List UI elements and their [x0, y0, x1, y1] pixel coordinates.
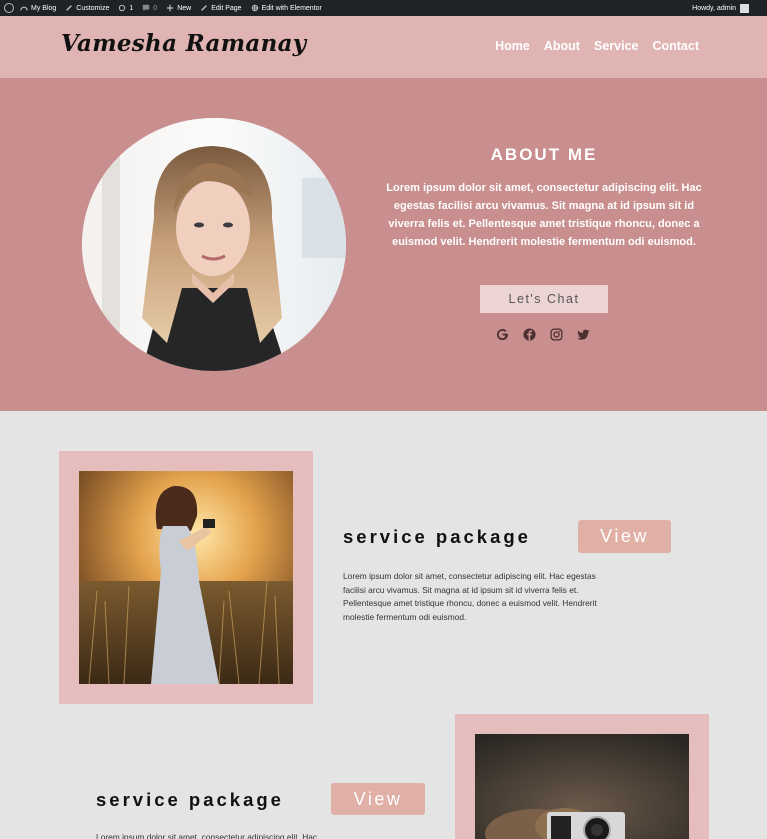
- adminbar-edit-elementor-label: Edit with Elementor: [261, 4, 322, 12]
- facebook-icon[interactable]: [522, 327, 536, 341]
- service-1-title: service package: [343, 526, 531, 547]
- adminbar-customize-label: Customize: [76, 4, 110, 12]
- wp-admin-bar: My Blog Customize 1 0 New Edit Page Edit…: [0, 0, 767, 16]
- adminbar-updates[interactable]: 1: [118, 4, 133, 12]
- adminbar-new[interactable]: New: [166, 4, 191, 12]
- service-1-text: Lorem ipsum dolor sit amet, consectetur …: [343, 571, 597, 622]
- instagram-icon[interactable]: [549, 327, 563, 341]
- adminbar-account[interactable]: Howdy, admin: [692, 0, 749, 16]
- site-logo[interactable]: Vamesha Ramanay: [61, 30, 306, 57]
- adminbar-my-blog[interactable]: My Blog: [20, 4, 56, 12]
- service-2-photo: [475, 734, 689, 839]
- service-1-view-button[interactable]: View: [578, 520, 671, 553]
- adminbar-comments-count: 0: [153, 4, 158, 12]
- comment-icon: [143, 4, 150, 12]
- avatar: [740, 3, 749, 13]
- google-icon[interactable]: [495, 327, 509, 341]
- twitter-icon[interactable]: [576, 327, 590, 341]
- dashboard-icon: [20, 6, 28, 11]
- updates-icon: [119, 4, 126, 12]
- about-title: ABOUT ME: [490, 145, 598, 164]
- service-2-text: Lorem ipsum dolor sit amet, consectetur …: [96, 832, 318, 839]
- service-2-title: service package: [96, 789, 284, 810]
- service-2-view-button[interactable]: View: [331, 783, 425, 815]
- service-1-photo: [79, 471, 293, 684]
- portrait-photo: [82, 118, 346, 371]
- main-nav: Home About Service Contact: [495, 39, 699, 53]
- elementor-icon: [251, 4, 258, 12]
- brush-icon: [66, 5, 73, 11]
- nav-contact[interactable]: Contact: [652, 39, 699, 53]
- adminbar-updates-count: 1: [129, 4, 134, 12]
- adminbar-customize[interactable]: Customize: [65, 4, 109, 12]
- plus-icon: [166, 4, 174, 12]
- adminbar-my-blog-label: My Blog: [31, 4, 57, 12]
- social-links: [495, 327, 590, 341]
- adminbar-new-label: New: [177, 4, 192, 12]
- adminbar-edit-page[interactable]: Edit Page: [200, 4, 242, 12]
- site-header: Vamesha Ramanay Home About Service Conta…: [0, 16, 767, 78]
- adminbar-comments[interactable]: 0: [142, 4, 157, 12]
- nav-about[interactable]: About: [544, 39, 580, 53]
- pencil-icon: [201, 5, 208, 11]
- adminbar-edit-page-label: Edit Page: [211, 4, 242, 12]
- about-section: ABOUT ME Lorem ipsum dolor sit amet, con…: [0, 78, 767, 411]
- adminbar-howdy: Howdy, admin: [692, 4, 736, 12]
- about-text: Lorem ipsum dolor sit amet, consectetur …: [386, 182, 702, 248]
- nav-service[interactable]: Service: [594, 39, 638, 53]
- nav-home[interactable]: Home: [495, 39, 530, 53]
- lets-chat-button[interactable]: Let's Chat: [480, 285, 608, 313]
- wordpress-icon[interactable]: [4, 3, 14, 13]
- adminbar-edit-elementor[interactable]: Edit with Elementor: [251, 4, 322, 12]
